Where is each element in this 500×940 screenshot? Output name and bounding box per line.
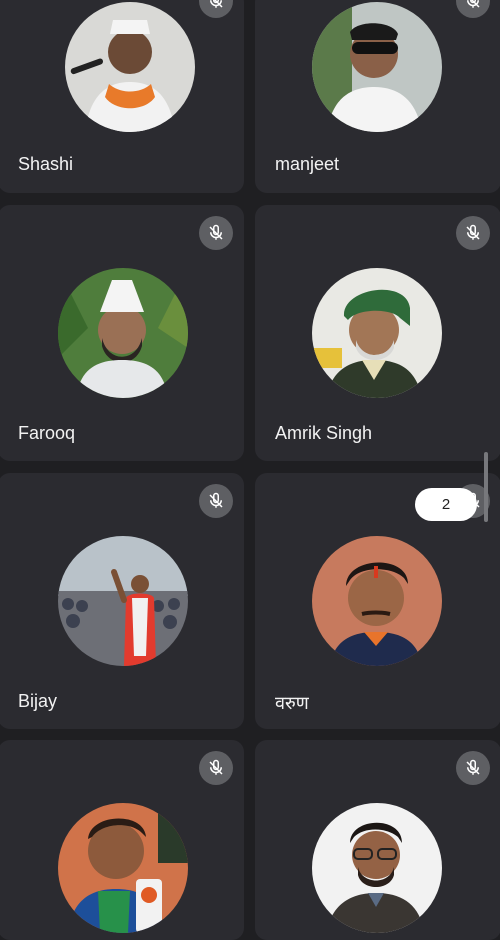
avatar: [312, 803, 442, 933]
avatar: [312, 2, 442, 132]
mic-off-icon: [456, 216, 490, 250]
mic-off-icon: [199, 0, 233, 18]
scrollbar-thumb[interactable]: [484, 452, 488, 522]
participant-tile-shashi[interactable]: Shashi: [0, 0, 244, 193]
avatar: [312, 536, 442, 666]
mic-off-icon: [199, 751, 233, 785]
participant-name: Amrik Singh: [275, 423, 373, 443]
participant-tile-farooq[interactable]: Farooq: [0, 205, 244, 461]
mic-off-icon: [199, 216, 233, 250]
mic-off-icon: [456, 751, 490, 785]
participant-tile-manjeet[interactable]: manjeet: [255, 0, 500, 193]
avatar: [58, 536, 188, 666]
avatar: [58, 803, 188, 933]
participant-name: Farooq: [18, 423, 76, 443]
participant-name: manjeet: [275, 154, 340, 174]
page-indicator: 2: [415, 488, 477, 521]
avatar: [58, 268, 188, 398]
participant-name: Bijay: [18, 691, 58, 711]
participant-tile-bijay[interactable]: Bijay: [0, 473, 244, 729]
mic-off-icon: [199, 484, 233, 518]
participant-name: Shashi: [18, 154, 74, 174]
participant-tile[interactable]: [255, 740, 500, 940]
participant-tile-amrik-singh[interactable]: Amrik Singh: [255, 205, 500, 461]
avatar: [65, 2, 195, 132]
mic-off-icon: [456, 0, 490, 18]
participant-tile[interactable]: [0, 740, 244, 940]
participant-name: वरुण: [275, 693, 309, 713]
avatar: [312, 268, 442, 398]
